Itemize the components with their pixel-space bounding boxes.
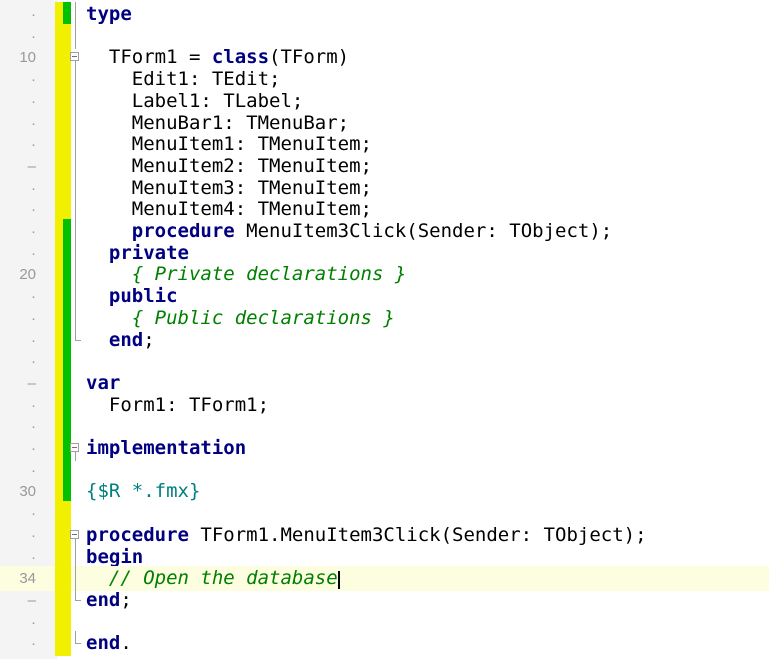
code-text[interactable]: end. (86, 631, 132, 656)
code-token: (TForm) (269, 46, 350, 69)
fold-end-guide (70, 631, 81, 656)
code-editor[interactable]: · type · 10 TForm1 = class(TForm) · Edit1: … (0, 0, 769, 659)
code-token: Form1: TForm1; (86, 393, 270, 416)
keyword-token: class (211, 46, 270, 69)
code-token: MenuItem3: TMenuItem; (86, 176, 372, 199)
code-line-37[interactable]: · end. (0, 631, 769, 657)
keyword-token: end (108, 328, 144, 351)
comment-token: // Open the database (108, 567, 338, 590)
directive-token: {$R *.fmx} (86, 480, 201, 503)
code-token: Label1: TLabel; (86, 89, 304, 112)
keyword-token: type (86, 3, 132, 25)
keyword-token: begin (86, 545, 144, 568)
code-token: MenuItem1: TMenuItem; (86, 133, 372, 156)
code-token: MenuItem4: TMenuItem; (86, 198, 372, 221)
code-token: TForm1.MenuItem3Click(Sender: TObject); (188, 523, 647, 546)
keyword-token: procedure (86, 523, 189, 546)
comment-token: { Public declarations } (131, 306, 395, 329)
keyword-token: var (86, 371, 121, 394)
code-token: MenuItem3Click(Sender: TObject); (234, 220, 613, 242)
text-cursor (337, 571, 340, 590)
code-token: MenuItem2: TMenuItem; (86, 154, 372, 177)
keyword-token: public (108, 285, 178, 308)
code-token: MenuBar1: TMenuBar; (86, 111, 350, 134)
comment-token: { Private declarations } (131, 263, 407, 286)
code-token: . (120, 632, 132, 655)
code-token: Edit1: TEdit; (86, 68, 281, 91)
keyword-token: procedure (131, 220, 235, 242)
keyword-token: private (108, 241, 189, 264)
keyword-token: end (86, 588, 121, 611)
code-token: ; (143, 328, 155, 351)
keyword-token: end (86, 632, 121, 655)
line-number: · (31, 635, 36, 653)
keyword-token: implementation (86, 437, 247, 459)
code-token: TForm1 = (86, 46, 212, 69)
change-bar-yellow (55, 631, 63, 657)
code-token: ; (120, 588, 132, 611)
